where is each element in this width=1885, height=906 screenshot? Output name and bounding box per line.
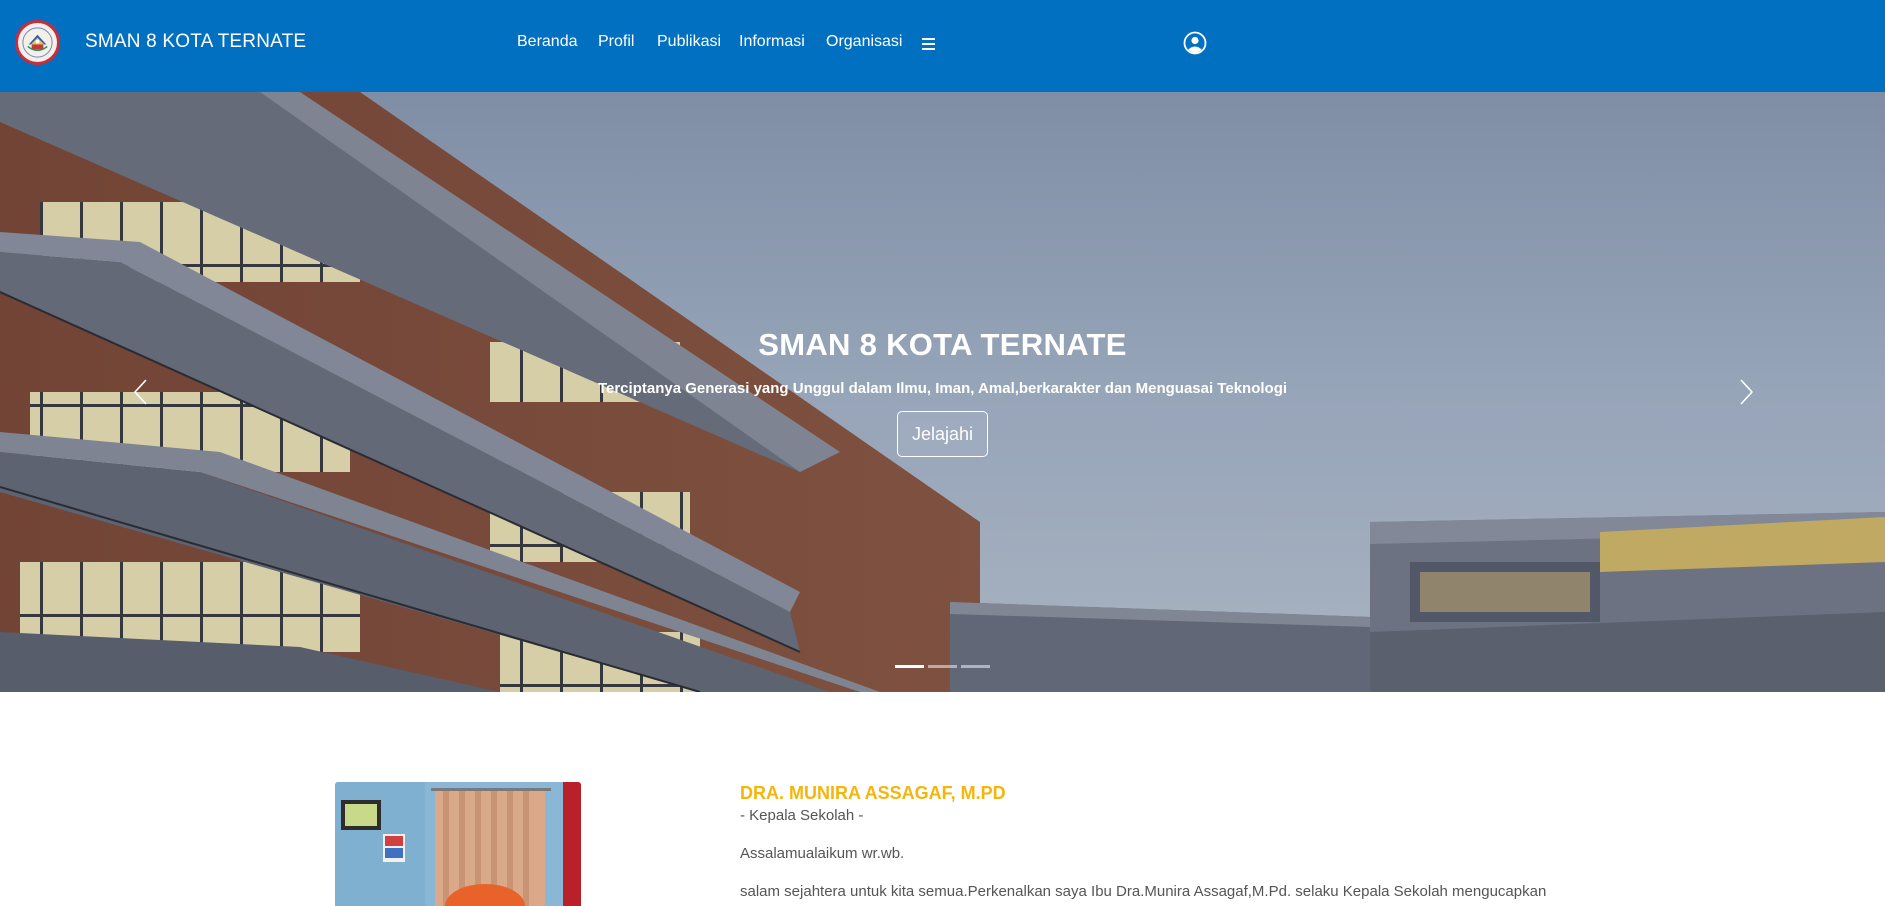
nav-item-profil[interactable]: Profil <box>598 33 634 51</box>
school-emblem-icon[interactable] <box>15 20 60 65</box>
hero-carousel: SMAN 8 KOTA TERNATE Terciptanya Generasi… <box>0 92 1885 692</box>
carousel-indicator-1[interactable] <box>895 664 924 668</box>
user-circle-icon[interactable] <box>1183 31 1207 55</box>
principal-name: DRA. MUNIRA ASSAGAF, M.PD <box>740 783 1006 803</box>
welcome-intro-text: salam sejahtera untuk kita semua.Perkena… <box>740 883 1547 900</box>
hamburger-menu-icon[interactable] <box>922 33 936 53</box>
hero-subtitle: Terciptanya Generasi yang Unggul dalam I… <box>597 380 1288 397</box>
principal-photo <box>335 782 581 906</box>
explore-button[interactable]: Jelajahi <box>897 411 988 457</box>
top-navbar: SMAN 8 KOTA TERNATE Beranda Profil Publi… <box>0 0 1885 92</box>
carousel-indicator-3[interactable] <box>961 664 990 668</box>
carousel-indicator-2[interactable] <box>928 664 957 668</box>
hero-title: SMAN 8 KOTA TERNATE <box>758 327 1127 362</box>
chevron-left-icon[interactable] <box>130 377 152 407</box>
nav-item-beranda[interactable]: Beranda <box>517 33 578 51</box>
nav-item-publikasi[interactable]: Publikasi <box>657 33 721 51</box>
nav-item-organisasi[interactable]: Organisasi <box>826 33 902 51</box>
welcome-greeting: Assalamualaikum wr.wb. <box>740 845 905 862</box>
nav-item-informasi[interactable]: Informasi <box>739 33 805 51</box>
chevron-right-icon[interactable] <box>1735 377 1757 407</box>
brand-name[interactable]: SMAN 8 KOTA TERNATE <box>85 31 306 53</box>
principal-role: - Kepala Sekolah - <box>740 807 864 824</box>
